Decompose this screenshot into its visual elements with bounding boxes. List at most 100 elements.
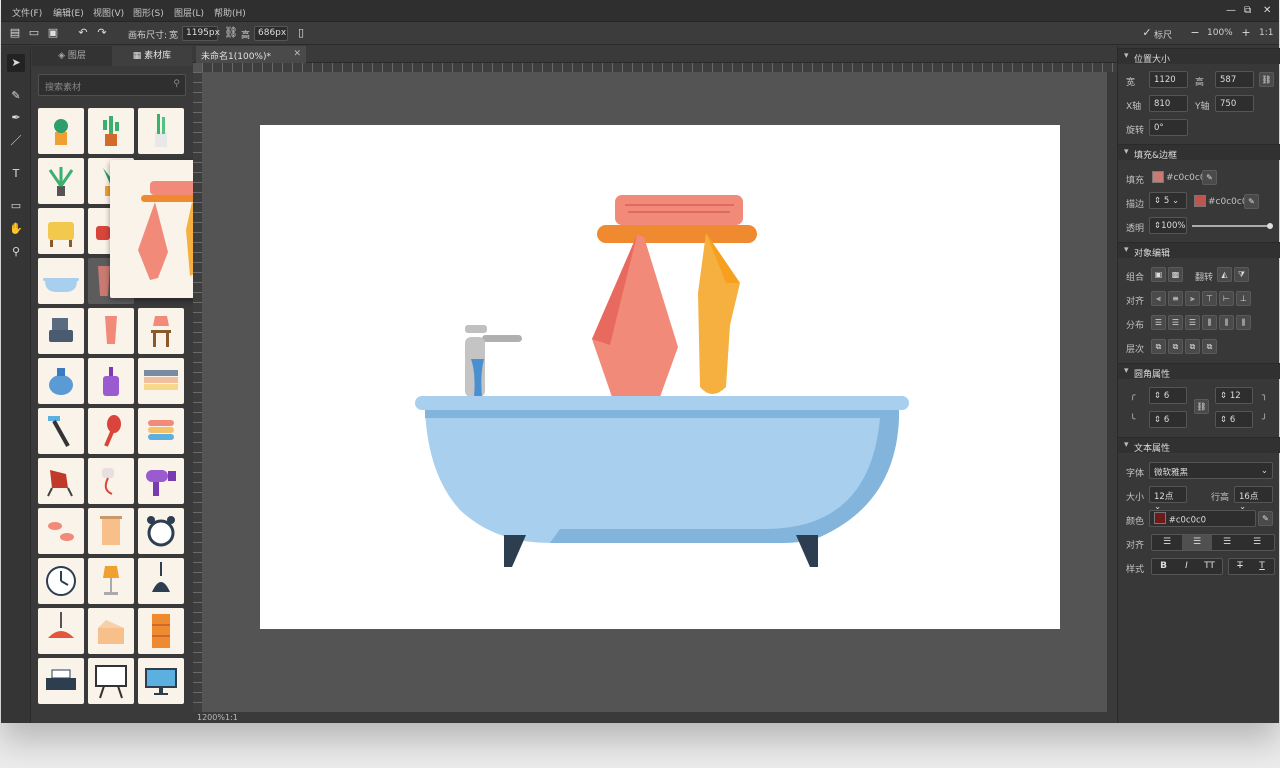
asset-hairbrush[interactable] [88,408,134,454]
width-input[interactable]: 1120 [1149,71,1188,88]
size-select[interactable]: 12点 ⌄ [1149,486,1187,512]
asset-printer[interactable] [38,658,84,704]
align-top-icon[interactable]: ⊤ [1202,291,1217,306]
brush-tool-icon[interactable]: ／ [7,132,25,150]
corner-bl-input[interactable]: ⇕ 6 [1149,411,1187,428]
asset-plant-glass[interactable] [138,108,184,154]
folded-towel[interactable] [615,195,743,225]
corner-br-input[interactable]: ⇕ 6 [1215,411,1253,428]
asset-slippers[interactable] [38,508,84,554]
minimize-button[interactable]: — [1226,5,1236,16]
flip-horizontal-icon[interactable]: ◭ [1217,267,1232,282]
select-tool-icon[interactable]: ➤ [7,54,25,72]
align-bottom-icon[interactable]: ⊥ [1236,291,1251,306]
vertical-scrollbar[interactable] [1107,72,1117,712]
distribute-top-icon[interactable]: ☰ [1151,315,1166,330]
distribute-hcenter-icon[interactable]: ⫼ [1219,315,1234,330]
canvas-height-input[interactable]: 686px [254,26,288,41]
pen-curve-tool-icon[interactable]: ✒ [7,109,25,127]
stroke-swatch[interactable] [1194,195,1206,207]
actual-size-button[interactable]: 1:1 [1259,28,1273,38]
save-icon[interactable]: ▣ [47,27,59,39]
ungroup-icon[interactable]: ▩ [1168,267,1183,282]
asset-perfume-bottle[interactable] [38,358,84,404]
menu-edit[interactable]: 编辑(E) [53,6,84,19]
tab-layers[interactable]: ◈ 图层 [32,46,112,66]
close-button[interactable]: ✕ [1263,5,1271,16]
menu-view[interactable]: 视图(V) [93,6,124,19]
asset-towel-stack[interactable] [138,358,184,404]
close-tab-icon[interactable]: ✕ [293,49,301,59]
lock-ratio-icon[interactable]: ⛓ [1259,72,1274,87]
asset-cactus-pot[interactable] [38,108,84,154]
restore-button[interactable]: ⧉ [1244,5,1251,16]
bathtub-illustration[interactable] [260,125,1060,629]
distribute-left-icon[interactable]: ⫼ [1202,315,1217,330]
menu-file[interactable]: 文件(F) [12,6,42,19]
align-center-icon[interactable]: ≡ [1168,291,1183,306]
menu-help[interactable]: 帮助(H) [214,6,246,19]
section-text[interactable]: 文本属性 [1118,437,1280,454]
search-input[interactable]: 搜索素材 ⚲ [38,74,186,96]
asset-bathtub[interactable] [38,258,84,304]
underline-icon[interactable]: T [1251,559,1273,574]
ruler-label[interactable]: 标尺 [1154,28,1172,41]
asset-soap-dispenser[interactable] [88,358,134,404]
asset-hair-straightener[interactable] [88,458,134,504]
open-folder-icon[interactable]: ▭ [28,27,40,39]
opacity-slider-knob[interactable] [1267,223,1273,229]
text-color-field[interactable]: #c0c0c0 [1149,510,1256,527]
asset-floor-lamp[interactable] [88,558,134,604]
asset-open-box[interactable] [88,608,134,654]
asset-cream-tube[interactable] [88,308,134,354]
zoom-out-icon[interactable]: − [1189,27,1201,39]
asset-whiteboard[interactable] [88,658,134,704]
group-icon[interactable]: ▣ [1151,267,1166,282]
stroke-color-value[interactable]: #c0c0c0 [1208,197,1248,207]
zoom-tool-icon[interactable]: ⚲ [7,243,25,261]
asset-table-lamp[interactable] [138,308,184,354]
asset-alarm-clock[interactable] [138,508,184,554]
font-select[interactable]: 微软雅黑 ⌄ [1149,462,1273,479]
hand-tool-icon[interactable]: ✋ [7,220,25,238]
asset-red-chair[interactable] [38,458,84,504]
asset-drawer-cabinet[interactable] [138,608,184,654]
asset-hair-dryer[interactable] [138,458,184,504]
x-input[interactable]: 810 [1149,95,1188,112]
align-middle-icon[interactable]: ⊢ [1219,291,1234,306]
asset-ceiling-lamp[interactable] [38,608,84,654]
uppercase-button[interactable]: TT [1198,559,1221,574]
opacity-input[interactable]: ⇕100% [1149,217,1187,234]
fill-swatch[interactable] [1152,171,1164,183]
bathtub-rim[interactable] [415,396,909,410]
stroke-eyedropper-icon[interactable]: ✎ [1244,194,1259,209]
pen-tool-icon[interactable]: ✎ [7,87,25,105]
redo-icon[interactable]: ↷ [96,27,108,39]
strikethrough-icon[interactable]: T [1229,559,1251,574]
asset-cactus-clay-pot[interactable] [88,108,134,154]
bring-forward-icon[interactable]: ⧉ [1168,339,1183,354]
asset-armchair[interactable] [38,208,84,254]
section-corner[interactable]: 圆角属性 [1118,363,1280,380]
y-input[interactable]: 750 [1215,95,1254,112]
canvas-width-input[interactable]: 1195px [182,26,220,41]
line-height-select[interactable]: 16点 ⌄ [1234,486,1273,512]
asset-wall-clock[interactable] [38,558,84,604]
opacity-slider[interactable] [1192,225,1270,227]
ruler-checkbox-icon[interactable]: ✓ [1141,27,1153,39]
text-align-justify-icon[interactable]: ☰ [1242,535,1272,550]
undo-icon[interactable]: ↶ [77,27,89,39]
asset-monitor[interactable] [138,658,184,704]
asset-colored-towels[interactable] [138,408,184,454]
section-object[interactable]: 对象编辑 [1118,242,1280,259]
align-left-icon[interactable]: ⫷ [1151,291,1166,306]
faucet-spout[interactable] [482,335,522,342]
text-align-left-icon[interactable]: ☰ [1152,535,1182,550]
bold-button[interactable]: B [1152,559,1175,574]
document-tab[interactable]: 未命名1(100%)* ✕ [196,46,306,63]
new-file-icon[interactable]: ▤ [9,27,21,39]
send-backward-icon[interactable]: ⧉ [1185,339,1200,354]
text-tool-icon[interactable]: T [7,165,25,183]
link-icon[interactable]: ⛓ [224,27,238,39]
distribute-right-icon[interactable]: ⫼ [1236,315,1251,330]
